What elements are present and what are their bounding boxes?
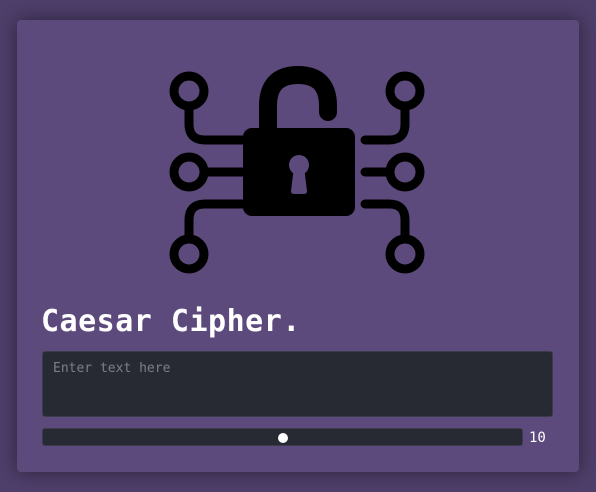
page-title: Caesar Cipher. — [41, 304, 301, 339]
cipher-card: Caesar Cipher. 10 — [17, 20, 579, 472]
shift-value-label: 10 — [529, 430, 546, 446]
shift-slider[interactable] — [42, 428, 523, 446]
text-input[interactable] — [42, 351, 553, 417]
unlocked-padlock-circuit-icon — [169, 66, 425, 274]
shift-slider-thumb[interactable] — [277, 433, 288, 443]
